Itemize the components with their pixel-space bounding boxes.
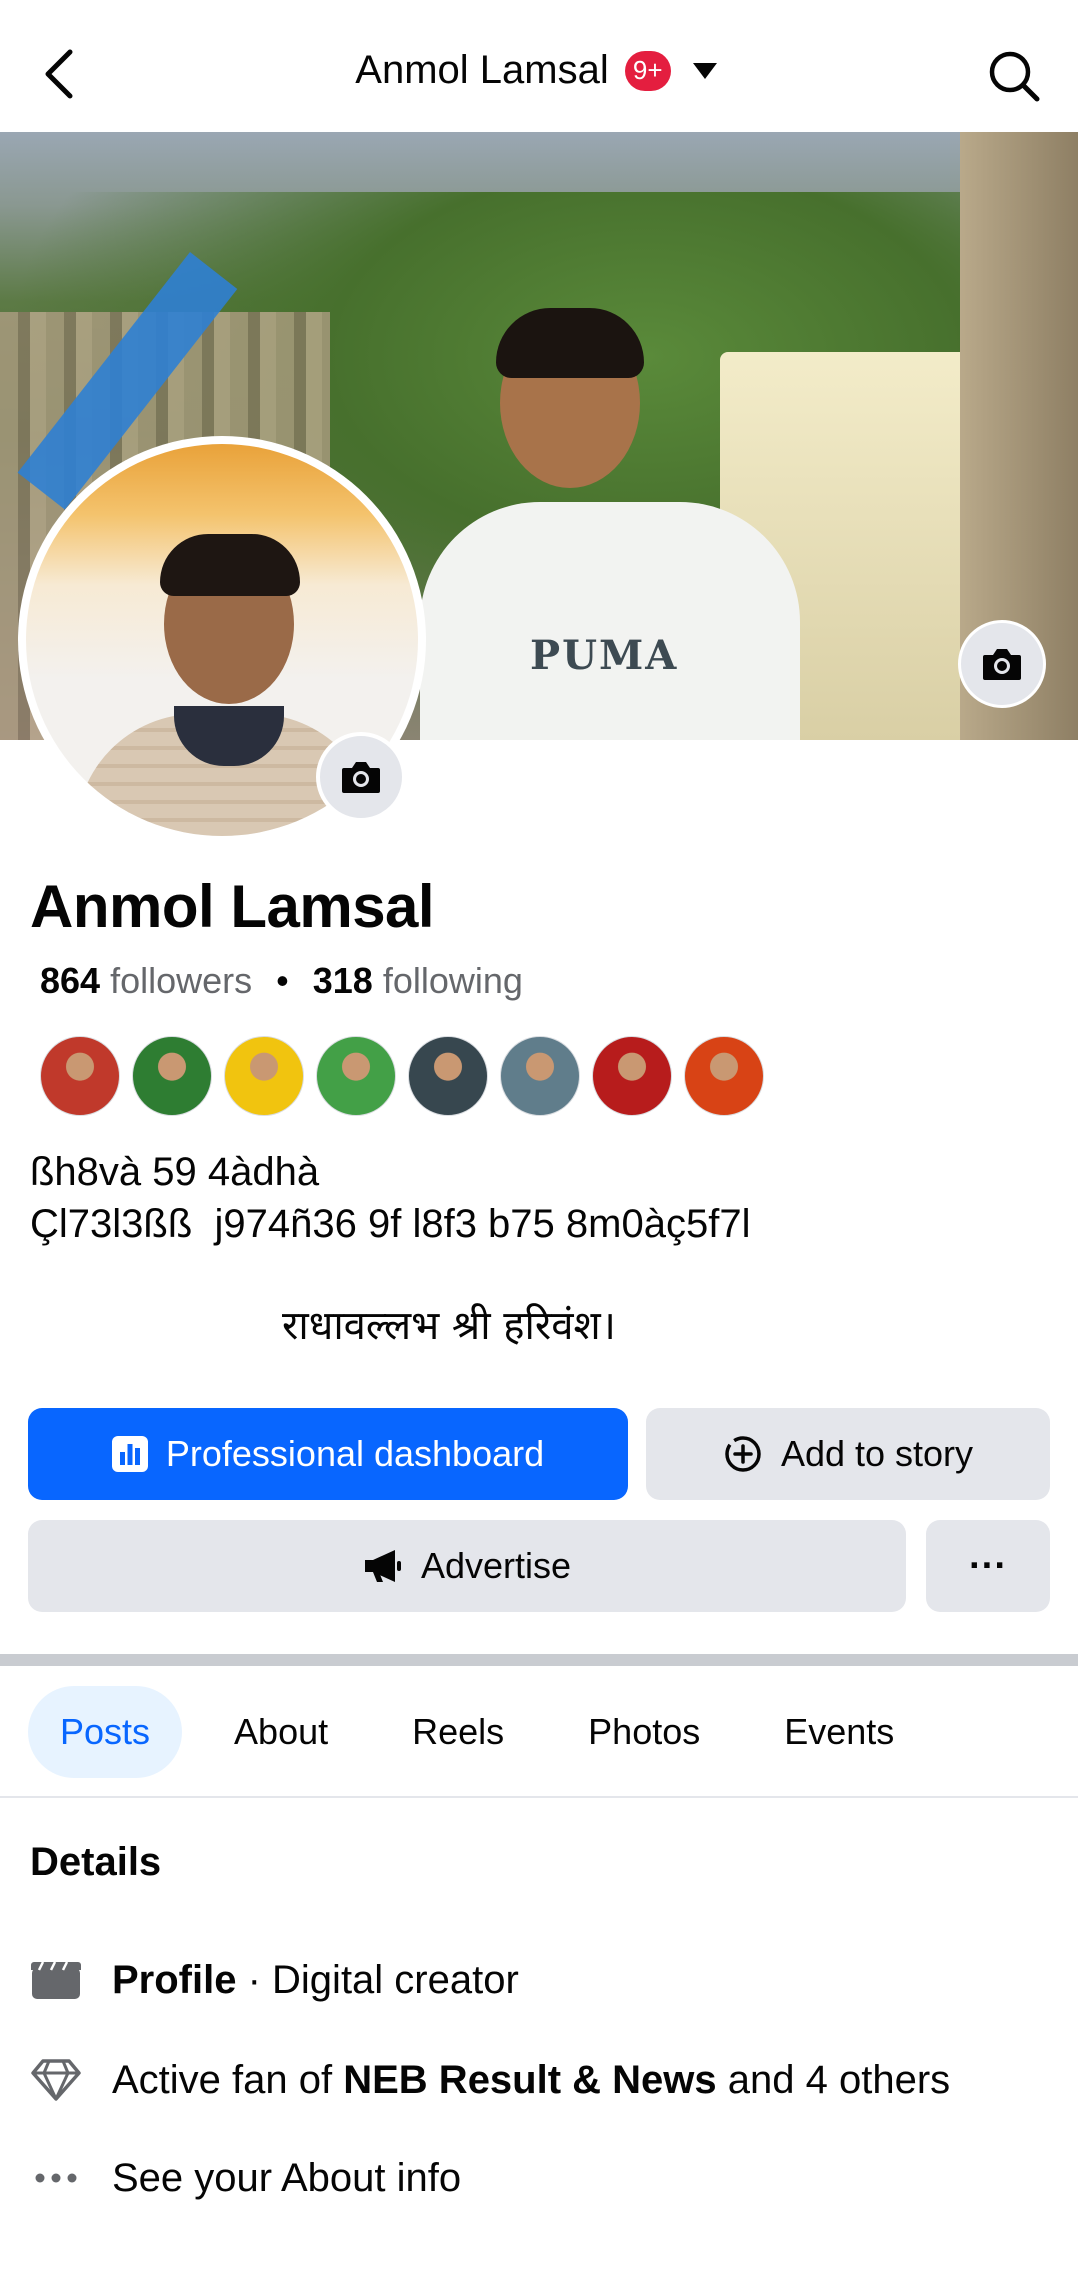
friend-avatar[interactable] [224, 1036, 304, 1116]
tab-posts[interactable]: Posts [28, 1686, 183, 1778]
detail-fan-text: Active fan of NEB Result & News and 4 ot… [112, 2058, 950, 2103]
more-dots-icon: ··· [969, 1544, 1007, 1587]
page-title: Anmol Lamsal [355, 48, 609, 92]
add-to-story-label: Add to story [780, 1433, 974, 1474]
tab-about[interactable]: About [202, 1686, 360, 1778]
bio-line-1: ßh8và 59 4àdhà [30, 1150, 320, 1194]
friend-avatar[interactable] [684, 1036, 764, 1116]
edit-profile-picture-button[interactable] [316, 732, 406, 822]
caret-down-icon [692, 62, 717, 79]
friend-avatar[interactable] [40, 1036, 120, 1116]
following-label: following [382, 960, 523, 1001]
friend-avatar[interactable] [132, 1036, 212, 1116]
friend-avatar[interactable] [316, 1036, 396, 1116]
separator-dot: • [276, 960, 289, 1001]
friend-avatar[interactable] [592, 1036, 672, 1116]
profile-tabs: Posts About Reels Photos Events [28, 1686, 946, 1778]
see-about-info-link[interactable]: See your About info [30, 2152, 461, 2204]
details-heading: Details [30, 1840, 162, 1884]
add-to-story-button[interactable]: Add to story [646, 1408, 1050, 1500]
detail-profile-text: Profile · Digital creator [112, 1958, 519, 2003]
bio-line-3: राधावल्लभ श्री हरिवंश। [282, 1303, 616, 1349]
advertise-label: Advertise [420, 1545, 572, 1586]
following-count: 318 [312, 960, 373, 1001]
detail-profile-bold: Profile [112, 1957, 237, 2002]
tab-events[interactable]: Events [752, 1686, 926, 1778]
fan-page-name[interactable]: NEB Result & News [343, 2058, 716, 2102]
cover-shirt-logo: PUMA [530, 632, 679, 679]
edit-cover-button[interactable] [958, 620, 1046, 708]
add-circle-icon [725, 1436, 761, 1472]
tab-photos[interactable]: Photos [556, 1686, 732, 1778]
followers-link[interactable]: 864 followers [40, 960, 252, 1002]
top-bar: Anmol Lamsal 9+ [0, 0, 1078, 132]
follow-stats: 864 followers • 318 following [40, 960, 523, 1002]
camera-icon [342, 762, 380, 793]
tabs-divider [0, 1796, 1078, 1798]
fan-suffix: and 4 others [716, 2057, 951, 2102]
notification-badge: 9+ [624, 50, 671, 91]
detail-profile-category-text: · Digital creator [236, 1957, 519, 2002]
professional-dashboard-button[interactable]: Professional dashboard [28, 1408, 628, 1500]
camera-icon [983, 649, 1021, 680]
search-button[interactable] [986, 48, 1042, 104]
professional-dashboard-label: Professional dashboard [165, 1433, 545, 1474]
profile-name: Anmol Lamsal [30, 873, 435, 940]
section-divider [0, 1654, 1078, 1666]
bio-line-2: Çl73l3ßß j974ñ36 9f l8f3 b75 8m0àç5f7l [30, 1202, 751, 1246]
bio: ßh8và 59 4àdhà Çl73l3ßß j974ñ36 9f l8f3 … [30, 1146, 750, 1250]
see-about-info-label: See your About info [112, 2155, 462, 2200]
more-options-button[interactable]: ··· [926, 1520, 1050, 1612]
friend-avatar[interactable] [500, 1036, 580, 1116]
cover-person-shirt [420, 502, 800, 740]
avatar-hair [160, 534, 300, 596]
cover-person-hair [496, 308, 644, 378]
tab-reels[interactable]: Reels [380, 1686, 536, 1778]
megaphone-icon [364, 1550, 401, 1582]
followers-label: followers [110, 960, 253, 1001]
followers-count: 864 [40, 960, 101, 1001]
profile-switcher[interactable]: Anmol Lamsal 9+ [0, 48, 1078, 93]
diamond-icon [30, 2054, 82, 2106]
advertise-button[interactable]: Advertise [28, 1520, 906, 1612]
bar-chart-icon [111, 1436, 148, 1472]
more-dots-icon [30, 2152, 82, 2204]
clapperboard-icon [30, 1954, 82, 2006]
search-icon [989, 51, 1040, 102]
detail-active-fan[interactable]: Active fan of NEB Result & News and 4 ot… [30, 2054, 950, 2106]
detail-profile-category: Profile · Digital creator [30, 1954, 519, 2006]
fan-prefix: Active fan of [112, 2057, 344, 2102]
friend-avatar[interactable] [408, 1036, 488, 1116]
following-link[interactable]: 318 following [313, 960, 523, 1002]
friends-avatars [40, 1036, 764, 1116]
